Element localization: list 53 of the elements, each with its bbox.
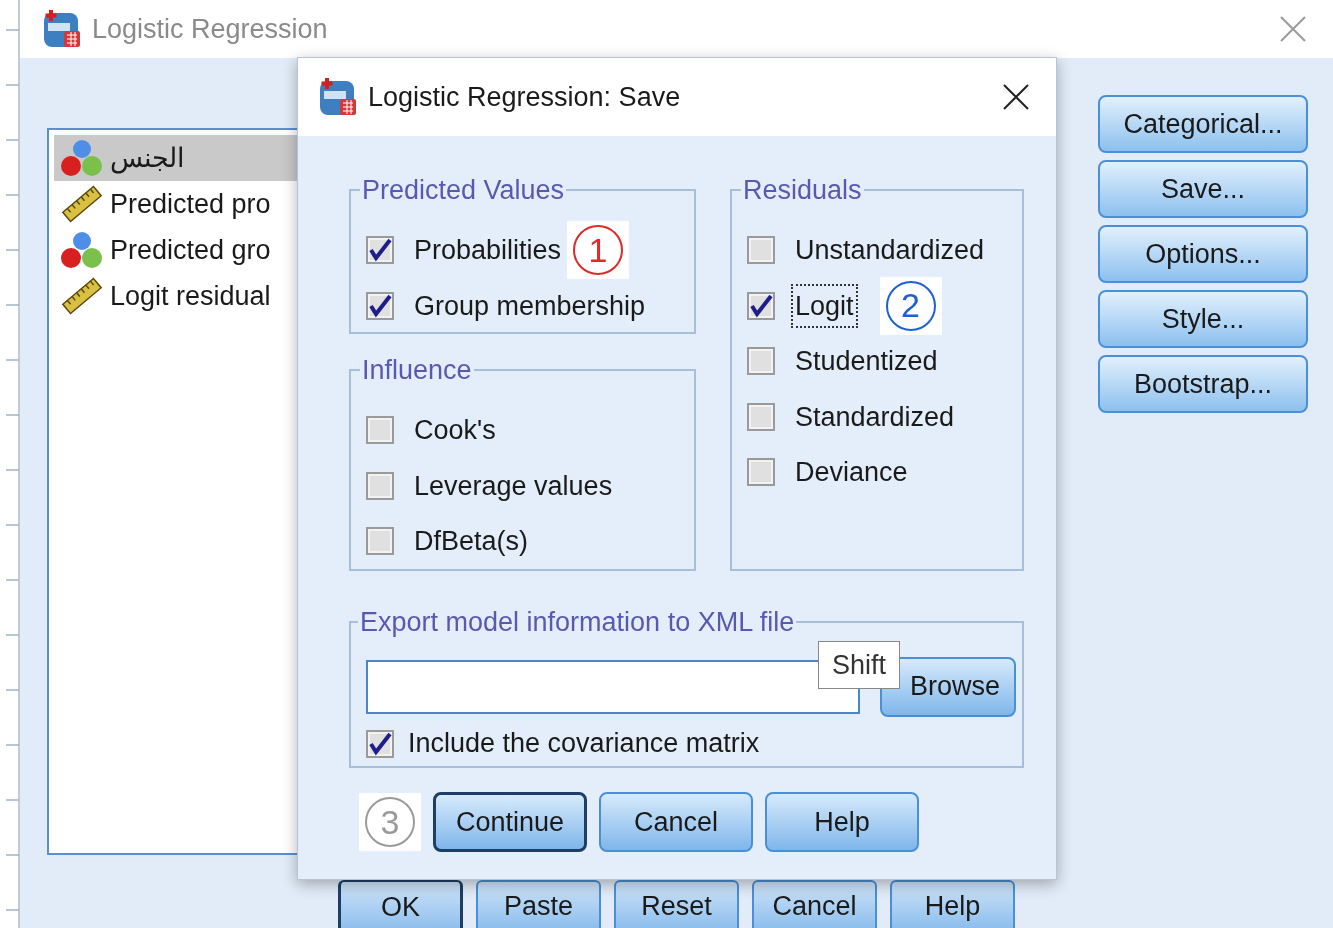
dialog-button[interactable]: Paste (476, 880, 601, 928)
checkbox-label[interactable]: Standardized (791, 394, 959, 439)
checkbox[interactable] (366, 236, 394, 265)
checkbox[interactable] (366, 471, 394, 500)
checkbox[interactable] (366, 416, 394, 445)
checkbox-label[interactable]: Include the covariance matrix (408, 723, 760, 764)
group-legend: Influence (360, 350, 474, 391)
group-legend: Predicted Values (360, 170, 567, 211)
dialog-button[interactable]: Save... (1098, 160, 1308, 218)
nominal-variable-icon (60, 138, 104, 178)
step-badge: 3 (359, 793, 421, 851)
dialog-button[interactable]: Style... (1098, 290, 1308, 348)
dialog-title: Logistic Regression: Save (368, 80, 681, 114)
dialog-button[interactable]: Cancel (752, 880, 877, 928)
checkbox-label[interactable]: Unstandardized (791, 228, 989, 273)
checkbox[interactable] (366, 291, 394, 320)
variable-item[interactable]: Predicted pro (54, 181, 345, 227)
variable-item[interactable]: Predicted gro (54, 227, 345, 273)
checkbox-label[interactable]: Logit (791, 283, 858, 328)
dialog-button[interactable]: OK (338, 880, 463, 928)
tooltip: Shift (818, 641, 900, 689)
checkbox[interactable] (747, 291, 775, 320)
checkbox[interactable] (747, 236, 775, 265)
group-legend: Export model information to XML file (358, 602, 797, 643)
checkbox-label[interactable]: Group membership (410, 283, 650, 328)
dialog-button[interactable]: Help (890, 880, 1015, 928)
checkbox[interactable] (747, 347, 775, 376)
checkbox-label[interactable]: Leverage values (410, 463, 617, 508)
checkbox[interactable] (747, 458, 775, 487)
checkbox[interactable] (366, 527, 394, 556)
dialog-button[interactable]: Bootstrap... (1098, 355, 1308, 413)
checkbox[interactable] (366, 729, 394, 758)
checkbox-label[interactable]: Probabilities (410, 228, 566, 273)
app-icon (318, 77, 358, 117)
close-icon[interactable] (1002, 83, 1030, 111)
checkbox-label[interactable]: DfBeta(s) (410, 519, 533, 564)
dialog-button[interactable]: Cancel (599, 792, 753, 852)
checkbox-label[interactable]: Cook's (410, 408, 500, 453)
checkbox[interactable] (747, 402, 775, 431)
dialog-button[interactable]: Reset (614, 880, 739, 928)
nominal-variable-icon (60, 230, 104, 270)
checkbox-label[interactable]: Deviance (791, 450, 912, 495)
dialog-button[interactable]: Options... (1098, 225, 1308, 283)
window-title: Logistic Regression (92, 12, 328, 46)
variable-item[interactable]: Logit residual (54, 273, 345, 319)
step-badge: 1 (567, 221, 630, 280)
app-icon (42, 9, 82, 49)
dialog-button[interactable]: Categorical... (1098, 95, 1308, 153)
group-legend: Residuals (741, 170, 864, 211)
step-badge: 2 (879, 276, 942, 335)
checkbox-label[interactable]: Studentized (791, 339, 942, 384)
dialog-button[interactable]: Continue (433, 792, 587, 852)
dialog-button[interactable]: Help (765, 792, 919, 852)
